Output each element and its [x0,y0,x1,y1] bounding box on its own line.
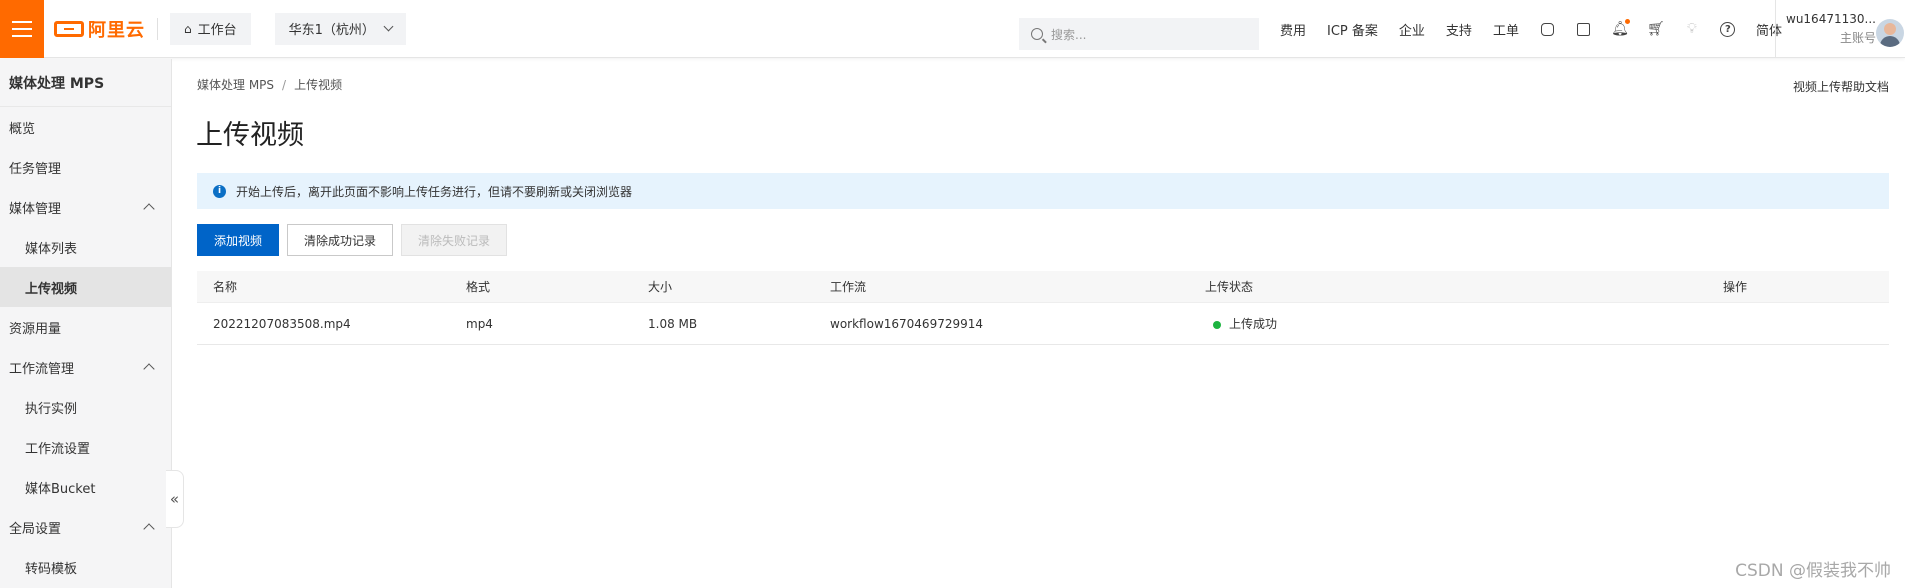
region-label: 华东1（杭州） [288,23,375,38]
notice-text: 开始上传后，离开此页面不影响上传任务进行，但请不要刷新或关闭浏览器 [236,184,633,199]
sidebar-item-label: 执行实例 [25,401,78,417]
chevron-down-icon [383,21,394,32]
region-selector[interactable]: 华东1（杭州） [274,12,406,45]
cell-status: 上传成功 [1213,315,1277,332]
table-header: 名称 格式 大小 工作流 上传状态 操作 [197,271,1889,303]
sidebar-item-label: 资源用量 [9,321,62,337]
sidebar-item-upload-video[interactable]: 上传视频 [0,267,171,307]
watermark: CSDN @假装我不帅 [1735,561,1891,581]
column-header-workflow: 工作流 [830,280,867,294]
sidebar-group-workflow[interactable]: 工作流管理 [0,347,171,387]
nav-support[interactable]: 支持 [1446,20,1472,39]
sidebar-item-label: 媒体列表 [25,241,78,257]
sidebar-item-label: 全局设置 [9,521,62,537]
aliyun-logo[interactable]: 阿里云 [54,0,145,58]
collapse-sidebar-icon[interactable]: « [166,470,184,528]
sidebar-item-resource-usage[interactable]: 资源用量 [0,307,171,347]
column-header-status: 上传状态 [1205,280,1254,294]
column-header-name: 名称 [213,280,238,294]
chevron-up-icon [143,203,155,215]
workbench-label: 工作台 [197,23,237,38]
clear-failed-button: 清除失败记录 [401,224,507,256]
sidebar: 媒体处理 MPS 概览 任务管理 媒体管理 媒体列表 上传视频 资源用量 工作流… [0,59,172,588]
help-icon[interactable]: ? [1720,21,1736,37]
info-icon: i [213,184,226,198]
sidebar-group-media[interactable]: 媒体管理 [0,187,171,227]
breadcrumb-item-mps[interactable]: 媒体处理 MPS [197,78,274,92]
lightbulb-icon[interactable]: 💡︎ [1684,21,1700,37]
cell-workflow: workflow1670469729914 [830,316,984,331]
workbench-button[interactable]: ⌂ 工作台 [170,12,251,45]
sidebar-group-global-settings[interactable]: 全局设置 [0,507,171,547]
sidebar-item-label: 任务管理 [9,161,62,177]
status-text: 上传成功 [1229,317,1278,331]
cell-name: 20221207083508.mp4 [213,316,351,331]
nav-ticket[interactable]: 工单 [1493,20,1519,39]
logo-text: 阿里云 [88,19,145,41]
sidebar-item-label: 工作流管理 [9,361,75,377]
sidebar-title: 媒体处理 MPS [0,59,171,107]
nav-enterprise[interactable]: 企业 [1399,20,1425,39]
search-icon [1031,28,1043,40]
cell-size: 1.08 MB [648,316,698,331]
user-menu[interactable]: wu16471130... 主账号 [1775,0,1876,58]
sidebar-item-overview[interactable]: 概览 [0,107,171,147]
sidebar-item-label: 媒体Bucket [25,481,96,497]
sidebar-item-label: 媒体管理 [9,201,62,217]
chevron-up-icon [143,523,155,535]
logo-mark-icon [54,20,84,37]
column-header-size: 大小 [648,280,673,294]
avatar[interactable] [1876,19,1904,47]
chevron-up-icon [143,363,155,375]
sidebar-item-label: 工作流设置 [25,441,91,457]
breadcrumb-separator: / [282,78,287,92]
home-icon: ⌂ [184,21,192,36]
divider [157,17,158,40]
upload-table: 名称 格式 大小 工作流 上传状态 操作 20221207083508.mp4 … [197,271,1889,345]
table-row: 20221207083508.mp4 mp4 1.08 MB workflow1… [197,303,1889,345]
sidebar-item-label: 转码模板 [25,561,78,577]
sidebar-item-transcode-templates[interactable]: 转码模板 [0,547,171,587]
search-input[interactable]: 搜索... [1019,18,1259,50]
top-nav: 费用 ICP 备案 企业 支持 工单 🔔︎ 🛒︎ 💡︎ ? 简体 [1280,0,1803,58]
code-icon[interactable] [1540,21,1556,37]
column-header-actions: 操作 [1723,280,1748,294]
terminal-icon[interactable] [1576,21,1592,37]
bell-icon[interactable]: 🔔︎ [1611,19,1630,37]
sidebar-item-label: 上传视频 [25,281,78,297]
cart-icon[interactable]: 🛒︎ [1647,21,1665,37]
nav-icp[interactable]: ICP 备案 [1327,20,1378,39]
user-name: wu16471130... [1786,12,1876,26]
sidebar-item-label: 概览 [9,121,36,137]
user-role: 主账号 [1839,31,1876,45]
sidebar-item-media-list[interactable]: 媒体列表 [0,227,171,267]
cell-format: mp4 [466,316,493,331]
hamburger-menu-icon[interactable] [0,0,44,58]
sidebar-item-tasks[interactable]: 任务管理 [0,147,171,187]
breadcrumb: 媒体处理 MPS / 上传视频 [197,76,342,93]
breadcrumb-item-current: 上传视频 [294,78,343,92]
info-notice: i 开始上传后，离开此页面不影响上传任务进行，但请不要刷新或关闭浏览器 [197,173,1889,209]
column-header-format: 格式 [466,280,491,294]
add-video-button[interactable]: 添加视频 [197,224,279,256]
help-doc-link[interactable]: 视频上传帮助文档 [1793,78,1889,95]
sidebar-item-workflow-settings[interactable]: 工作流设置 [0,427,171,467]
success-dot-icon [1213,320,1221,329]
sidebar-item-instances[interactable]: 执行实例 [0,387,171,427]
notification-badge [1624,19,1630,24]
page-title: 上传视频 [196,120,304,151]
sidebar-item-media-bucket[interactable]: 媒体Bucket [0,467,171,507]
nav-billing[interactable]: 费用 [1280,20,1306,39]
search-placeholder: 搜索... [1051,27,1087,42]
clear-success-button[interactable]: 清除成功记录 [287,224,393,256]
